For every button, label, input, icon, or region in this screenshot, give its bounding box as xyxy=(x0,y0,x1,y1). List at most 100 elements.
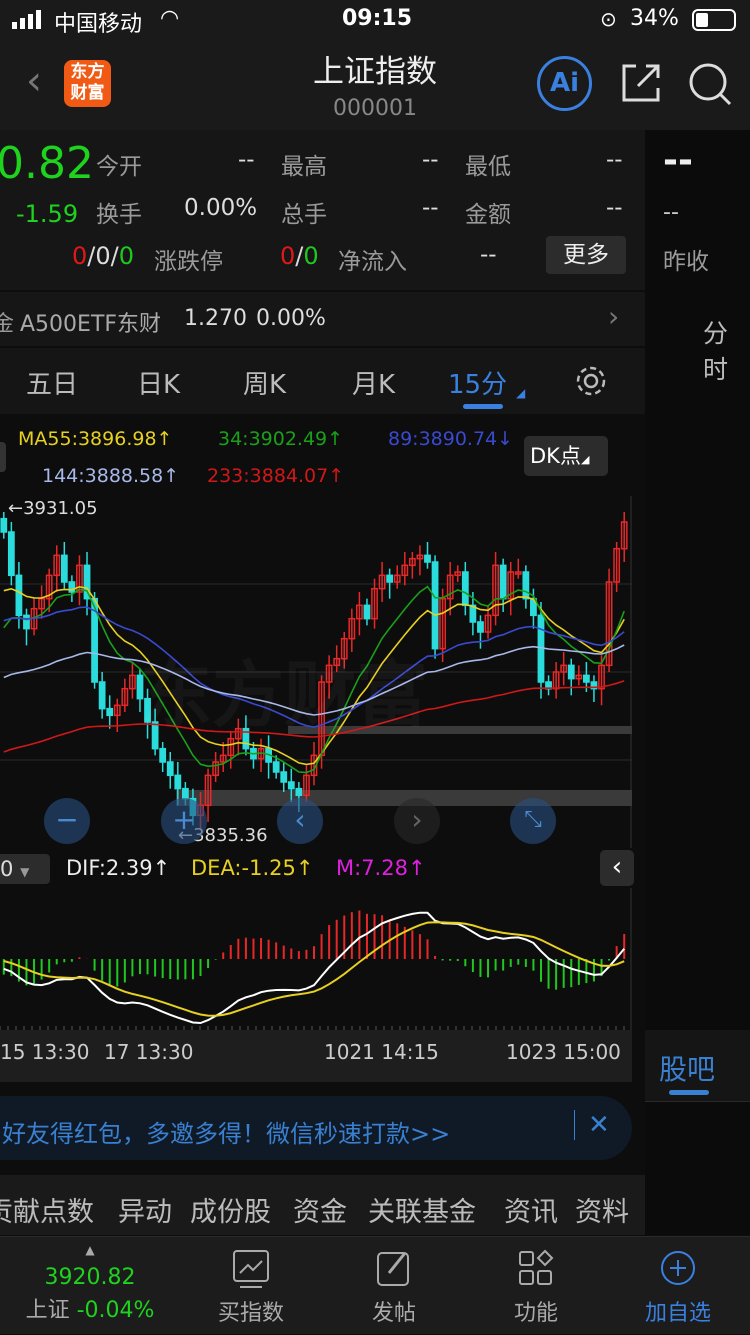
tab-contribution[interactable]: 贡献点数 xyxy=(0,1190,94,1229)
candle-body xyxy=(567,664,575,680)
candle-body xyxy=(295,787,303,797)
ma-legend: MA55:3896.98↑ 34:3902.49↑ 89:3890.74↓ 14… xyxy=(0,416,632,496)
candle-body xyxy=(0,517,8,533)
buy-index-button[interactable]: 买指数 xyxy=(181,1237,321,1335)
candle-body xyxy=(159,747,167,763)
close-icon[interactable]: ✕ xyxy=(588,1110,610,1140)
limit-up-count: 0 xyxy=(72,242,88,270)
tab-funds[interactable]: 资金 xyxy=(293,1190,347,1229)
ma144-label: 144:3888.58↑ xyxy=(42,465,180,487)
zoom-in-button[interactable]: + xyxy=(161,798,207,844)
tab-guba[interactable]: 股吧 xyxy=(659,1048,715,1088)
chevron-right-icon: › xyxy=(608,300,620,333)
footer-label: 发帖 xyxy=(371,1301,416,1326)
etf-pct: 0.00% xyxy=(256,306,326,331)
footer-index-name: 上证 xyxy=(25,1298,70,1323)
limit-counts: 0/0/0 xyxy=(72,242,135,270)
tab-five-day[interactable]: 五日 xyxy=(26,364,78,401)
candle-body xyxy=(582,674,590,683)
tab-related-funds[interactable]: 关联基金 xyxy=(368,1190,476,1229)
kline-chart[interactable]: 东方财富 ←3931.05 ←3835.36 − + ‹ › ⤡ xyxy=(0,496,632,848)
candle-body xyxy=(272,761,280,773)
footer-index-pct: -0.04% xyxy=(76,1298,155,1323)
back-button[interactable]: ‹ xyxy=(26,58,42,104)
settings-gear-icon[interactable] xyxy=(574,364,608,405)
battery-percent: 34% xyxy=(630,6,679,31)
price-change: -1.59 xyxy=(16,200,79,228)
candle-body xyxy=(386,574,394,583)
etf-name: A500ETF东财 xyxy=(20,312,162,337)
watermark: 东方财富 xyxy=(140,636,428,741)
dk-label: DK点 xyxy=(530,444,581,468)
indicator-select[interactable]: 0 ▼ xyxy=(0,854,50,884)
right-side-panel: -- -- 昨收 分时 股吧 xyxy=(645,130,750,1235)
plus-circle-icon xyxy=(661,1251,695,1285)
etf-link-row[interactable]: 金 A500ETF东财 1.270 0.00% › xyxy=(0,292,645,346)
high-label: 3931.05 xyxy=(23,498,98,519)
battery-icon xyxy=(692,9,736,31)
tab-constituents[interactable]: 成份股 xyxy=(190,1190,271,1229)
field-label: 换手 xyxy=(96,202,142,228)
divider xyxy=(574,1110,575,1140)
candle-body xyxy=(280,771,288,783)
collapse-panel-button[interactable]: ‹ xyxy=(600,850,634,886)
clock: 09:15 xyxy=(342,6,413,31)
banner-text: 好友得红包，多邀多得！微信秒速打款>> xyxy=(2,1120,451,1148)
share-icon[interactable] xyxy=(620,62,662,108)
tab-monthly-k[interactable]: 月K xyxy=(352,364,395,401)
index-quote-item[interactable]: ▲ 3920.82 上证 -0.04% xyxy=(20,1237,160,1335)
scroll-right-button[interactable]: › xyxy=(394,798,440,844)
legend-handle[interactable] xyxy=(0,442,6,472)
fullscreen-button[interactable]: ⤡ xyxy=(510,798,556,844)
search-icon[interactable] xyxy=(688,62,734,112)
guba-tab-area: 股吧 xyxy=(645,1030,750,1102)
ai-button[interactable]: Ai xyxy=(537,56,592,111)
wifi-icon: ◠ xyxy=(160,6,180,31)
macd-chart xyxy=(0,888,632,1030)
scroll-left-button[interactable]: ‹ xyxy=(277,798,323,844)
nav-bar: ‹ 东方 财富 上证指数 000001 Ai xyxy=(0,40,750,130)
dk-point-button[interactable]: DK点◢ xyxy=(524,436,608,476)
candle-body xyxy=(522,571,530,600)
field-label: 金额 xyxy=(465,202,511,228)
functions-button[interactable]: 功能 xyxy=(466,1237,606,1335)
tab-daily-k[interactable]: 日K xyxy=(137,364,180,401)
macd-legend: 0 ▼ DIF:2.39↑ DEA:-1.25↑ M:7.28↑ ‹ xyxy=(0,850,634,888)
zoom-out-button[interactable]: − xyxy=(44,798,90,844)
dropdown-caret-icon: ◢ xyxy=(516,386,526,400)
tab-15min[interactable]: 15分 xyxy=(448,364,507,401)
limit-label: 涨跌停 xyxy=(154,249,223,275)
candle-body xyxy=(431,561,439,650)
tab-news[interactable]: 资讯 xyxy=(504,1190,558,1229)
candle-body xyxy=(461,571,469,607)
add-watchlist-button[interactable]: 加自选 xyxy=(608,1237,748,1335)
footer-label: 加自选 xyxy=(644,1301,711,1326)
field-value: -- xyxy=(422,195,439,221)
post-button[interactable]: 发帖 xyxy=(324,1237,464,1335)
candle-body xyxy=(7,531,15,577)
indicator-select-value: 0 xyxy=(0,857,14,881)
more-button[interactable]: 更多 xyxy=(546,236,626,274)
axis-label: 1023 15:00 xyxy=(506,1040,621,1064)
field-label: 今开 xyxy=(96,154,142,180)
tab-profile[interactable]: 资料 xyxy=(575,1190,629,1229)
current-price: 0.82 xyxy=(0,138,94,189)
macd-svg xyxy=(0,888,632,1030)
limit-down-count: 0 xyxy=(118,242,135,270)
trend-chart-icon xyxy=(233,1250,269,1288)
time-axis: 15 13:30 17 13:30 1021 14:15 1023 15:00 xyxy=(0,1030,632,1082)
field-value: -- xyxy=(606,195,623,221)
candle-body xyxy=(499,564,507,600)
tab-intraday[interactable]: 分时 xyxy=(703,314,750,386)
status-bar: 中国移动 ◠ 09:15 ⊙ 34% xyxy=(0,0,750,40)
field-value: -- xyxy=(606,147,623,173)
invite-banner[interactable]: 好友得红包，多邀多得！微信秒速打款>> ✕ xyxy=(0,1096,632,1160)
detail-tabs: 贡献点数 异动 成份股 资金 关联基金 资讯 资料 xyxy=(0,1175,645,1235)
tab-weekly-k[interactable]: 周K xyxy=(243,364,286,401)
candle-body xyxy=(287,781,295,790)
ma34-label: 34:3902.49↑ xyxy=(218,428,344,450)
tab-movement[interactable]: 异动 xyxy=(118,1190,172,1229)
candle-body xyxy=(363,604,371,620)
dif-line xyxy=(3,911,625,1025)
candle-body xyxy=(166,761,174,777)
